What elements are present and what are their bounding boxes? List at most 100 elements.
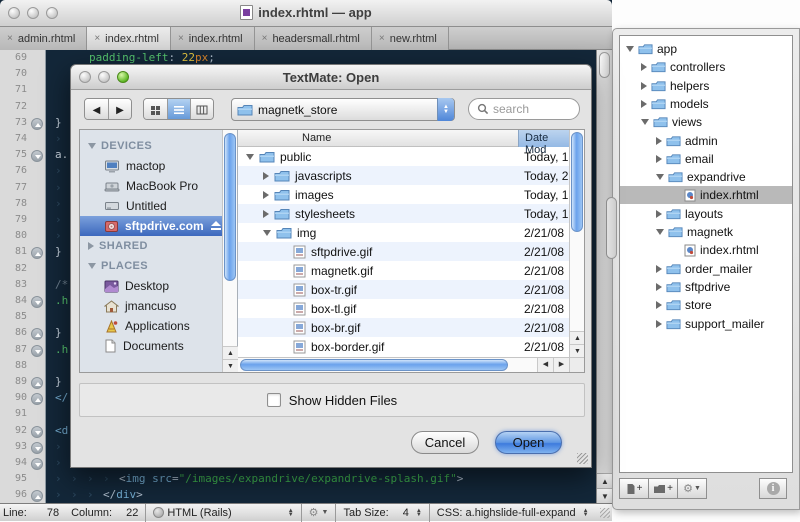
new-folder-button[interactable]: + [648,478,678,499]
disclosure-triangle-icon[interactable] [263,210,269,218]
tree-item-layouts[interactable]: layouts [620,205,792,223]
tree-item-order_mailer[interactable]: order_mailer [620,260,792,278]
disclosure-triangle-icon[interactable] [88,263,96,269]
disclosure-triangle-icon[interactable] [656,320,662,328]
disclosure-triangle-icon[interactable] [656,301,662,309]
fold-start-icon[interactable] [31,442,43,454]
editor-vertical-scrollbar[interactable]: ▲ ▼ [596,50,612,503]
tree-item-controllers[interactable]: controllers [620,58,792,76]
disclosure-triangle-icon[interactable] [263,230,271,236]
window-resize-grip[interactable] [600,508,610,518]
disclosure-triangle-icon[interactable] [88,242,94,250]
tree-item-email[interactable]: email [620,150,792,168]
disclosure-triangle-icon[interactable] [246,154,254,160]
tab-admin-rhtml-0[interactable]: ×admin.rhtml [0,27,87,50]
search-input[interactable] [493,102,563,116]
tree-item-index-rhtml[interactable]: index.rhtml [620,241,792,259]
sidebar-item-macbook-pro[interactable]: MacBook Pro [80,176,222,196]
tree-item-app[interactable]: app [620,40,792,58]
view-list-button[interactable] [167,99,190,120]
disclosure-triangle-icon[interactable] [656,265,662,273]
fold-start-icon[interactable] [31,296,43,308]
disclosure-triangle-icon[interactable] [263,172,269,180]
file-row-images[interactable]: imagesToday, 1 [238,185,569,204]
list-scroll-down-icon[interactable]: ▼ [570,344,584,357]
tab-close-icon[interactable]: × [94,33,100,44]
file-row-box-border-gif[interactable]: box-border.gif2/21/08 [238,337,569,356]
title-bar[interactable]: index.rhtml — app [0,0,612,27]
fold-start-icon[interactable] [31,426,43,438]
file-row-sftpdrive-gif[interactable]: sftpdrive.gif2/21/08 [238,242,569,261]
fold-end-icon[interactable] [31,118,43,130]
file-row-public[interactable]: publicToday, 1 [238,147,569,166]
fold-end-icon[interactable] [31,247,43,259]
sidebar-section-devices[interactable]: DEVICES [80,136,222,156]
search-field[interactable] [468,98,580,120]
sidebar-item-untitled[interactable]: Untitled [80,196,222,216]
tab-close-icon[interactable]: × [7,33,13,44]
open-button[interactable]: Open [495,431,562,454]
date-column-header[interactable]: Date Mod [518,130,569,147]
scope-selector[interactable]: CSS: a.highslide-full-expand ▲▼ [434,507,592,519]
sidebar-item-documents[interactable]: Documents [80,336,222,356]
sidebar-scrollbar-thumb[interactable] [224,133,236,281]
disclosure-triangle-icon[interactable] [263,191,269,199]
drawer-resize-handle[interactable] [606,197,617,259]
tab-index-rhtml-2[interactable]: ×index.rhtml [171,27,255,50]
disclosure-triangle-icon[interactable] [656,229,664,235]
view-icons-button[interactable] [144,99,167,120]
sidebar-item-applications[interactable]: Applications [80,316,222,336]
list-scroll-up-icon[interactable]: ▲ [570,331,584,344]
sidebar-item-jmancuso[interactable]: jmancuso [80,296,222,316]
list-vertical-scrollbar[interactable]: ▲ ▼ [569,130,584,357]
drawer-actions-button[interactable]: ⚙▼ [677,478,707,499]
editor-scrollbar-thumb[interactable] [599,52,610,78]
sidebar-item-mactop[interactable]: mactop [80,156,222,176]
tree-item-support_mailer[interactable]: support_mailer [620,315,792,333]
tab-index-rhtml-1[interactable]: ×index.rhtml [87,27,171,50]
tab-close-icon[interactable]: × [178,33,184,44]
tab-new-rhtml-4[interactable]: ×new.rhtml [372,27,449,50]
list-scroll-right-icon[interactable]: ▶ [553,358,569,372]
sidebar-scroll-down-icon[interactable]: ▼ [223,359,238,372]
tab-size-selector[interactable]: Tab Size:4 ▲▼ [340,507,424,519]
tree-item-expandrive[interactable]: expandrive [620,168,792,186]
view-columns-button[interactable] [190,99,213,120]
tree-item-models[interactable]: models [620,95,792,113]
tree-item-sftpdrive[interactable]: sftpdrive [620,278,792,296]
fold-start-icon[interactable] [31,458,43,470]
sidebar-item-desktop[interactable]: Desktop [80,276,222,296]
dialog-resize-grip[interactable] [577,453,588,464]
disclosure-triangle-icon[interactable] [656,174,664,180]
eject-icon[interactable] [210,221,214,231]
list-horizontal-scrollbar[interactable]: ◀ ▶ [238,357,569,372]
file-row-box-br-gif[interactable]: box-br.gif2/21/08 [238,318,569,337]
show-hidden-files-checkbox[interactable] [267,393,281,407]
file-row-javascripts[interactable]: javascriptsToday, 2 [238,166,569,185]
disclosure-triangle-icon[interactable] [656,155,662,163]
tree-item-store[interactable]: store [620,296,792,314]
sidebar-scroll-up-icon[interactable]: ▲ [223,346,238,359]
file-row-img[interactable]: img2/21/08 [238,223,569,242]
list-vscroll-thumb[interactable] [571,132,583,232]
scroll-down-arrow-icon[interactable]: ▼ [597,488,613,503]
disclosure-triangle-icon[interactable] [656,210,662,218]
info-button[interactable]: i [759,478,787,499]
file-row-magnetk-gif[interactable]: magnetk.gif2/21/08 [238,261,569,280]
file-row-box-tr-gif[interactable]: box-tr.gif2/21/08 [238,280,569,299]
tree-item-index-rhtml[interactable]: index.rhtml [620,186,792,204]
file-row-stylesheets[interactable]: stylesheetsToday, 1 [238,204,569,223]
fold-end-icon[interactable] [31,328,43,340]
disclosure-triangle-icon[interactable] [656,137,662,145]
back-button[interactable]: ◀ [85,99,108,120]
tab-headersmall-rhtml-3[interactable]: ×headersmall.rhtml [255,27,372,50]
disclosure-triangle-icon[interactable] [641,82,647,90]
dialog-title-bar[interactable]: TextMate: Open [71,65,591,90]
location-popup[interactable]: magnetk_store ▲▼ [231,98,455,121]
tab-close-icon[interactable]: × [262,33,268,44]
disclosure-triangle-icon[interactable] [88,143,96,149]
tree-item-views[interactable]: views [620,113,792,131]
file-row-box-tl-gif[interactable]: box-tl.gif2/21/08 [238,299,569,318]
tab-close-icon[interactable]: × [379,33,385,44]
sidebar-section-places[interactable]: PLACES [80,256,222,276]
